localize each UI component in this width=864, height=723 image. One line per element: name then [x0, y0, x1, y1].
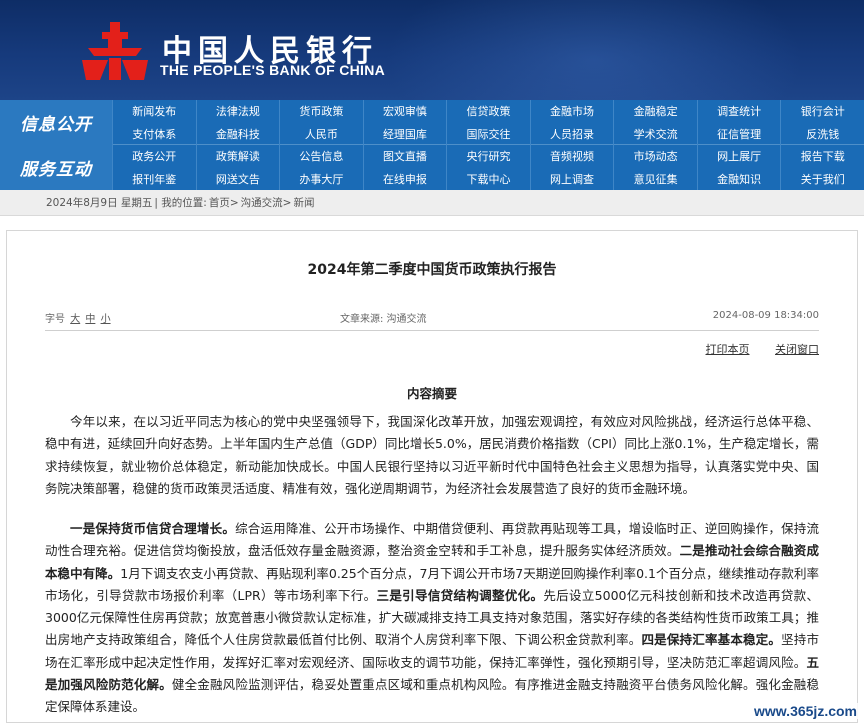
- nav-item[interactable]: 网上展厅: [696, 145, 781, 167]
- watermark: www.365jz.com: [751, 703, 860, 719]
- nav-item[interactable]: 市场动态: [613, 145, 697, 167]
- breadcrumb-section-link[interactable]: 沟通交流: [241, 195, 283, 210]
- breadcrumb-separator: >: [282, 196, 292, 209]
- breadcrumb-separator: >: [229, 196, 239, 209]
- nav-item[interactable]: 金融科技: [195, 122, 280, 145]
- nav-item[interactable]: 经理国库: [362, 122, 447, 145]
- summary-paragraph-2: 一是保持货币信贷合理增长。综合运用降准、公开市场操作、中期借贷便利、再贷款再贴现…: [45, 518, 819, 719]
- nav-item[interactable]: 下载中心: [446, 167, 530, 190]
- nav-item[interactable]: 信贷政策: [446, 100, 530, 122]
- nav-item[interactable]: 金融知识: [696, 167, 781, 190]
- nav-item[interactable]: 办事大厅: [279, 167, 363, 190]
- nav-item[interactable]: 支付体系: [112, 122, 196, 145]
- nav-item[interactable]: 网送文告: [195, 167, 280, 190]
- font-size-controls: 字号 大 中 小: [45, 310, 111, 325]
- point-3-heading: 三是引导信贷结构调整优化。: [376, 587, 544, 603]
- nav-item[interactable]: 图文直播: [362, 145, 447, 167]
- nav-section-info: 信息公开: [0, 100, 112, 145]
- nav-item[interactable]: 金融稳定: [613, 100, 697, 122]
- article-source: 文章来源: 沟通交流: [340, 314, 427, 325]
- font-medium-link[interactable]: 中: [85, 314, 95, 325]
- article-panel: 2024年第二季度中国货币政策执行报告 字号 大 中 小 文章来源: 沟通交流 …: [6, 230, 858, 723]
- article-meta: 字号 大 中 小 文章来源: 沟通交流 2024-08-09 18:34:00: [45, 310, 819, 328]
- nav-item[interactable]: 征信管理: [696, 122, 781, 145]
- breadcrumb-prefix: | 我的位置:: [154, 197, 207, 209]
- point-4-heading: 四是保持汇率基本稳定。: [641, 632, 782, 648]
- nav-item[interactable]: 货币政策: [279, 100, 363, 122]
- nav-item[interactable]: 人民币: [279, 122, 363, 145]
- summary-heading: 内容摘要: [406, 386, 457, 401]
- nav-row-info: 信息公开 新闻发布 法律法规 货币政策 宏观审慎 信贷政策 金融市场 金融稳定 …: [0, 100, 864, 145]
- article-date: 2024-08-09 18:34:00: [712, 310, 819, 321]
- nav-row-service: 服务互动 政务公开 政策解读 公告信息 图文直播 央行研究 音频视频 市场动态 …: [0, 145, 864, 190]
- print-page-link[interactable]: 打印本页: [706, 343, 750, 356]
- logo-english: THE PEOPLE'S BANK OF CHINA: [160, 62, 386, 78]
- nav-item[interactable]: 银行会计: [780, 100, 864, 122]
- nav-item[interactable]: 关于我们: [780, 167, 864, 190]
- font-size-label: 字号: [45, 314, 65, 325]
- nav-item[interactable]: 央行研究: [446, 145, 530, 167]
- current-date: 2024年8月9日 星期五: [46, 197, 153, 209]
- nav-item[interactable]: 音频视频: [529, 145, 614, 167]
- meta-divider: [45, 330, 819, 331]
- breadcrumb: 2024年8月9日 星期五 | 我的位置: 首页 > 沟通交流 > 新闻: [0, 190, 864, 216]
- nav-item[interactable]: 公告信息: [279, 145, 363, 167]
- breadcrumb-home-link[interactable]: 首页: [209, 195, 230, 210]
- nav-item[interactable]: 调查统计: [696, 100, 781, 122]
- header-banner: 中国人民银行 THE PEOPLE'S BANK OF CHINA: [0, 0, 864, 100]
- article-title: 2024年第二季度中国货币政策执行报告: [307, 262, 557, 278]
- nav-item[interactable]: 政务公开: [112, 145, 196, 167]
- breadcrumb-current-link[interactable]: 新闻: [293, 195, 314, 210]
- nav-item[interactable]: 网上调查: [529, 167, 614, 190]
- nav-item[interactable]: 反洗钱: [780, 122, 864, 145]
- nav-item[interactable]: 金融市场: [529, 100, 614, 122]
- nav-item[interactable]: 新闻发布: [112, 100, 196, 122]
- nav-item[interactable]: 报告下载: [780, 145, 864, 167]
- article-tools: 打印本页 关闭窗口: [684, 341, 820, 357]
- point-1-heading: 一是保持货币信贷合理增长。: [70, 521, 236, 536]
- nav-item[interactable]: 意见征集: [613, 167, 697, 190]
- nav-grid-service: 政务公开 政策解读 公告信息 图文直播 央行研究 音频视频 市场动态 网上展厅 …: [112, 145, 864, 190]
- close-window-link[interactable]: 关闭窗口: [775, 343, 819, 356]
- summary-paragraph-1: 今年以来，在以习近平同志为核心的党中央坚强领导下，我国深化改革开放，加强宏观调控…: [45, 414, 819, 496]
- main-nav: 信息公开 新闻发布 法律法规 货币政策 宏观审慎 信贷政策 金融市场 金融稳定 …: [0, 100, 864, 190]
- nav-grid-info: 新闻发布 法律法规 货币政策 宏观审慎 信贷政策 金融市场 金融稳定 调查统计 …: [112, 100, 864, 145]
- banner-glow: [384, 0, 804, 100]
- nav-item[interactable]: 学术交流: [613, 122, 697, 145]
- nav-item[interactable]: 政策解读: [195, 145, 280, 167]
- nav-item[interactable]: 宏观审慎: [362, 100, 447, 122]
- nav-section-service: 服务互动: [0, 145, 112, 190]
- nav-item[interactable]: 报刊年鉴: [112, 167, 196, 190]
- nav-item[interactable]: 法律法规: [195, 100, 280, 122]
- font-small-link[interactable]: 小: [101, 314, 111, 325]
- pboc-emblem-icon: [82, 22, 148, 80]
- nav-item[interactable]: 人员招录: [529, 122, 614, 145]
- font-large-link[interactable]: 大: [70, 314, 80, 325]
- nav-item[interactable]: 在线申报: [362, 167, 447, 190]
- nav-item[interactable]: 国际交往: [446, 122, 530, 145]
